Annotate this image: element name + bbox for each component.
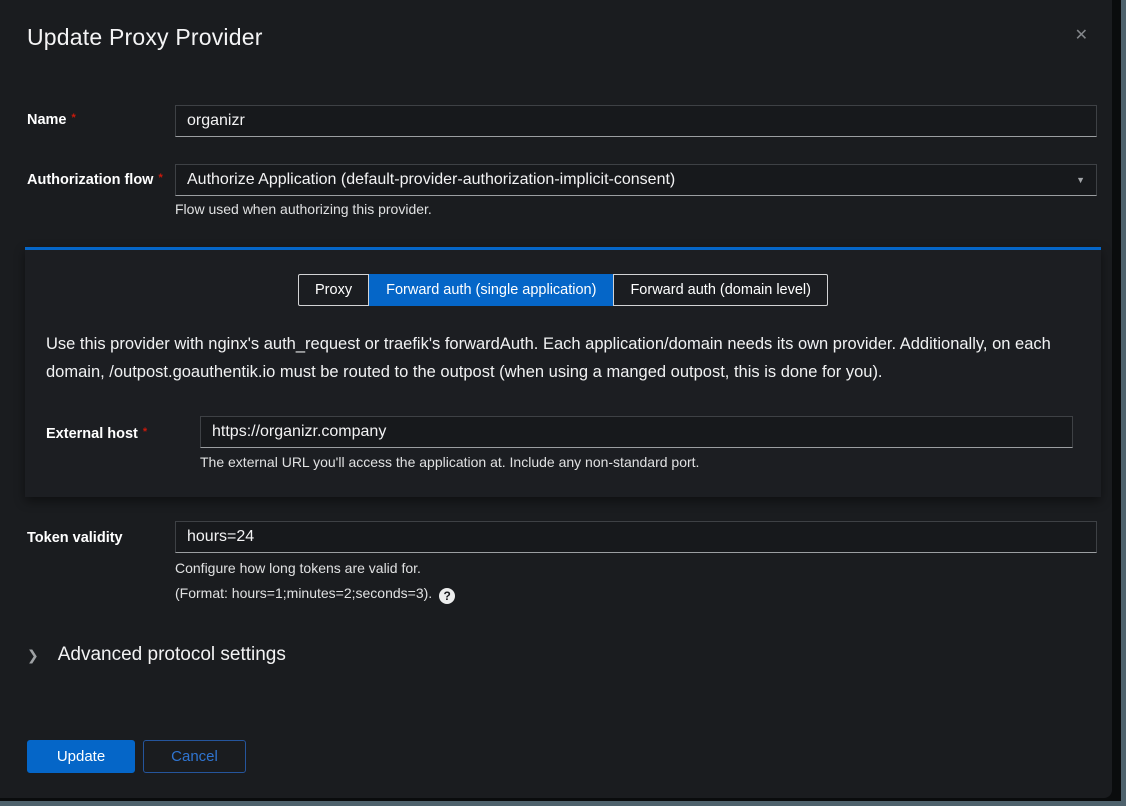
external-host-help: The external URL you'll access the appli…	[200, 454, 699, 470]
window-edge-right	[1121, 0, 1126, 806]
close-icon[interactable]: ✕	[1075, 28, 1088, 44]
name-input[interactable]	[175, 105, 1097, 137]
name-label: Name *	[27, 112, 76, 128]
advanced-protocol-settings-toggle[interactable]: ❯ Advanced protocol settings	[27, 644, 286, 666]
token-validity-label-text: Token validity	[27, 530, 123, 546]
help-icon[interactable]: ?	[439, 588, 455, 604]
required-marker: *	[143, 426, 147, 438]
tab-proxy[interactable]: Proxy	[298, 274, 369, 306]
authorization-flow-label-text: Authorization flow	[27, 172, 153, 188]
authorization-flow-selected-value[interactable]: Authorize Application (default-provider-…	[175, 164, 1097, 196]
tab-forward-auth-domain-level[interactable]: Forward auth (domain level)	[613, 274, 828, 306]
update-proxy-provider-modal: Update Proxy Provider ✕ Name * Authorizat…	[0, 0, 1112, 798]
name-label-text: Name	[27, 112, 67, 128]
proxy-mode-toggle-group: Proxy Forward auth (single application) …	[25, 274, 1101, 306]
external-host-label: External host *	[46, 426, 147, 442]
cancel-button[interactable]: Cancel	[143, 740, 246, 773]
update-button[interactable]: Update	[27, 740, 135, 773]
token-validity-format-text: (Format: hours=1;minutes=2;seconds=3).	[175, 585, 432, 601]
token-validity-input[interactable]	[175, 521, 1097, 553]
token-validity-label: Token validity	[27, 530, 123, 546]
chevron-right-icon: ❯	[27, 648, 39, 662]
token-validity-help-line1: Configure how long tokens are valid for.	[175, 560, 421, 576]
external-host-label-text: External host	[46, 426, 138, 442]
required-marker: *	[158, 172, 162, 184]
tab-forward-auth-single-application[interactable]: Forward auth (single application)	[369, 274, 613, 306]
token-validity-help-line2: (Format: hours=1;minutes=2;seconds=3).?	[175, 585, 455, 604]
advanced-protocol-settings-label: Advanced protocol settings	[58, 644, 286, 666]
authorization-flow-help: Flow used when authorizing this provider…	[175, 201, 432, 217]
authorization-flow-select[interactable]: Authorize Application (default-provider-…	[175, 164, 1097, 196]
proxy-mode-card: Proxy Forward auth (single application) …	[25, 247, 1101, 497]
page-title: Update Proxy Provider	[27, 24, 263, 51]
external-host-input[interactable]	[200, 416, 1073, 448]
required-marker: *	[72, 112, 76, 124]
mode-description: Use this provider with nginx's auth_requ…	[46, 330, 1080, 386]
window-edge-bottom	[0, 801, 1126, 806]
authorization-flow-label: Authorization flow *	[27, 172, 163, 188]
